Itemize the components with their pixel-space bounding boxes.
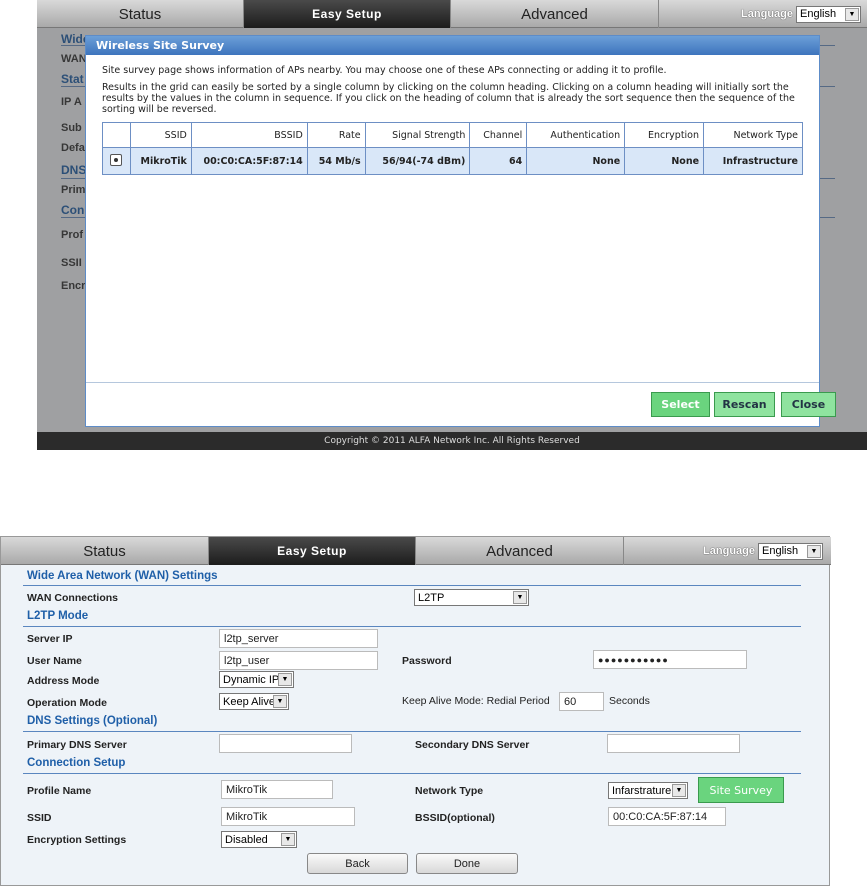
row-radio-cell[interactable] xyxy=(102,147,131,175)
ssid-input[interactable]: MikroTik xyxy=(221,807,355,826)
tab-status[interactable]: Status xyxy=(1,537,209,565)
rescan-button[interactable]: Rescan xyxy=(714,392,775,417)
seconds-label: Seconds xyxy=(609,695,650,707)
language-select[interactable]: English ▼ xyxy=(758,542,823,560)
survey-intro: Site survey page shows information of AP… xyxy=(102,65,667,76)
chevron-down-icon: ▼ xyxy=(278,673,292,686)
user-name-label: User Name xyxy=(27,655,82,667)
col-encryption[interactable]: Encryption xyxy=(624,122,705,148)
cell-channel: 64 xyxy=(469,147,528,175)
network-type-value: Infarstrature xyxy=(612,784,672,797)
site-survey-dialog: Wireless Site Survey Site survey page sh… xyxy=(85,35,836,427)
keep-alive-label: Keep Alive Mode: Redial Period xyxy=(402,695,550,707)
site-survey-button[interactable]: Site Survey xyxy=(698,777,784,803)
col-rate[interactable]: Rate xyxy=(306,122,366,148)
bssid-label: BSSID(optional) xyxy=(415,812,495,824)
col-authentication[interactable]: Authentication xyxy=(526,122,626,148)
survey-sort-help: Results in the grid can easily be sorted… xyxy=(102,82,795,115)
wan-connections-value: L2TP xyxy=(418,591,445,604)
encryption-value: Disabled xyxy=(225,833,268,846)
operation-mode-value: Keep Alive xyxy=(223,695,275,708)
radio-button[interactable] xyxy=(110,153,123,166)
col-network-type[interactable]: Network Type xyxy=(703,122,803,148)
chevron-down-icon: ▼ xyxy=(807,544,821,558)
profile-name-label: Profile Name xyxy=(27,785,92,797)
ssid-label: SSID xyxy=(27,812,52,824)
site-survey-screenshot: Status Easy Setup Advanced Language Engl… xyxy=(37,0,867,450)
chevron-down-icon: ▼ xyxy=(513,591,527,604)
primary-dns-label: Primary DNS Server xyxy=(27,739,127,751)
copyright-footer: Copyright © 2011 ALFA Network Inc. All R… xyxy=(37,432,867,450)
language-label: Language xyxy=(703,545,755,557)
primary-dns-input[interactable] xyxy=(219,734,352,753)
language-value: English xyxy=(800,8,837,20)
chevron-down-icon: ▼ xyxy=(845,7,859,21)
cell-type: Infrastructure xyxy=(703,147,803,175)
secondary-dns-input[interactable] xyxy=(607,734,740,753)
wan-settings-screenshot: Status Easy Setup Advanced Language Engl… xyxy=(0,536,831,886)
dialog-title: Wireless Site Survey xyxy=(86,36,819,55)
col-ssid[interactable]: SSID xyxy=(129,122,192,148)
language-area: Language English ▼ xyxy=(624,537,829,565)
language-value: English xyxy=(762,545,799,557)
profile-name-input[interactable]: MikroTik xyxy=(221,780,333,799)
language-label: Language xyxy=(741,8,793,20)
cell-signal: 56/94(-74 dBm) xyxy=(364,147,471,175)
tab-advanced[interactable]: Advanced xyxy=(416,537,624,565)
wan-connections-select[interactable]: L2TP ▼ xyxy=(414,589,529,606)
cell-bssid: 00:C0:CA:5F:87:14 xyxy=(190,147,308,175)
wan-connections-label: WAN Connections xyxy=(27,592,118,604)
survey-grid: SSID BSSID Rate Signal Strength Channel … xyxy=(102,122,803,175)
wan-settings-header: Wide Area Network (WAN) Settings xyxy=(27,570,218,582)
chevron-down-icon: ▼ xyxy=(672,784,686,797)
server-ip-label: Server IP xyxy=(27,633,73,645)
cell-ssid: MikroTik xyxy=(129,147,192,175)
operation-mode-label: Operation Mode xyxy=(27,697,107,709)
network-type-select[interactable]: Infarstrature ▼ xyxy=(608,782,688,799)
close-button[interactable]: Close xyxy=(781,392,836,417)
col-bssid[interactable]: BSSID xyxy=(190,122,308,148)
address-mode-value: Dynamic IP xyxy=(223,673,280,686)
bssid-input[interactable]: 00:C0:CA:5F:87:14 xyxy=(608,807,726,826)
language-select[interactable]: English ▼ xyxy=(796,5,861,23)
address-mode-label: Address Mode xyxy=(27,675,100,687)
operation-mode-select[interactable]: Keep Alive ▼ xyxy=(219,693,289,710)
back-button[interactable]: Back xyxy=(307,853,408,874)
password-input[interactable]: ●●●●●●●●●●● xyxy=(593,650,747,669)
server-ip-input[interactable]: l2tp_server xyxy=(219,629,378,648)
redial-period-input[interactable]: 60 xyxy=(559,692,604,711)
top-nav: Status Easy Setup Advanced Language Engl… xyxy=(37,0,867,28)
encryption-select[interactable]: Disabled ▼ xyxy=(221,831,297,848)
col-channel[interactable]: Channel xyxy=(469,122,528,148)
encryption-settings-label: Encryption Settings xyxy=(27,834,127,846)
select-button[interactable]: Select xyxy=(651,392,710,417)
cell-rate: 54 Mb/s xyxy=(306,147,366,175)
grid-header-row: SSID BSSID Rate Signal Strength Channel … xyxy=(102,122,803,148)
l2tp-mode-header: L2TP Mode xyxy=(27,610,89,622)
tab-easy-setup[interactable]: Easy Setup xyxy=(209,537,416,565)
chevron-down-icon: ▼ xyxy=(273,695,287,708)
cell-auth: None xyxy=(526,147,626,175)
table-row[interactable]: MikroTik 00:C0:CA:5F:87:14 54 Mb/s 56/94… xyxy=(102,147,803,175)
connection-setup-header: Connection Setup xyxy=(27,757,126,769)
secondary-dns-label: Secondary DNS Server xyxy=(415,739,530,751)
tab-easy-setup[interactable]: Easy Setup xyxy=(244,0,451,28)
dns-settings-header: DNS Settings (Optional) xyxy=(27,715,158,727)
password-label: Password xyxy=(402,655,452,667)
language-area: Language English ▼ xyxy=(659,0,867,28)
dialog-divider xyxy=(86,382,819,383)
tab-status[interactable]: Status xyxy=(37,0,244,28)
chevron-down-icon: ▼ xyxy=(281,833,295,846)
bottom-nav: Status Easy Setup Advanced Language Engl… xyxy=(1,537,831,565)
done-button[interactable]: Done xyxy=(416,853,518,874)
col-select[interactable] xyxy=(102,122,131,148)
col-signal[interactable]: Signal Strength xyxy=(364,122,471,148)
network-type-label: Network Type xyxy=(415,785,484,797)
cell-enc: None xyxy=(624,147,705,175)
address-mode-select[interactable]: Dynamic IP ▼ xyxy=(219,671,294,688)
user-name-input[interactable]: l2tp_user xyxy=(219,651,378,670)
tab-advanced[interactable]: Advanced xyxy=(451,0,659,28)
